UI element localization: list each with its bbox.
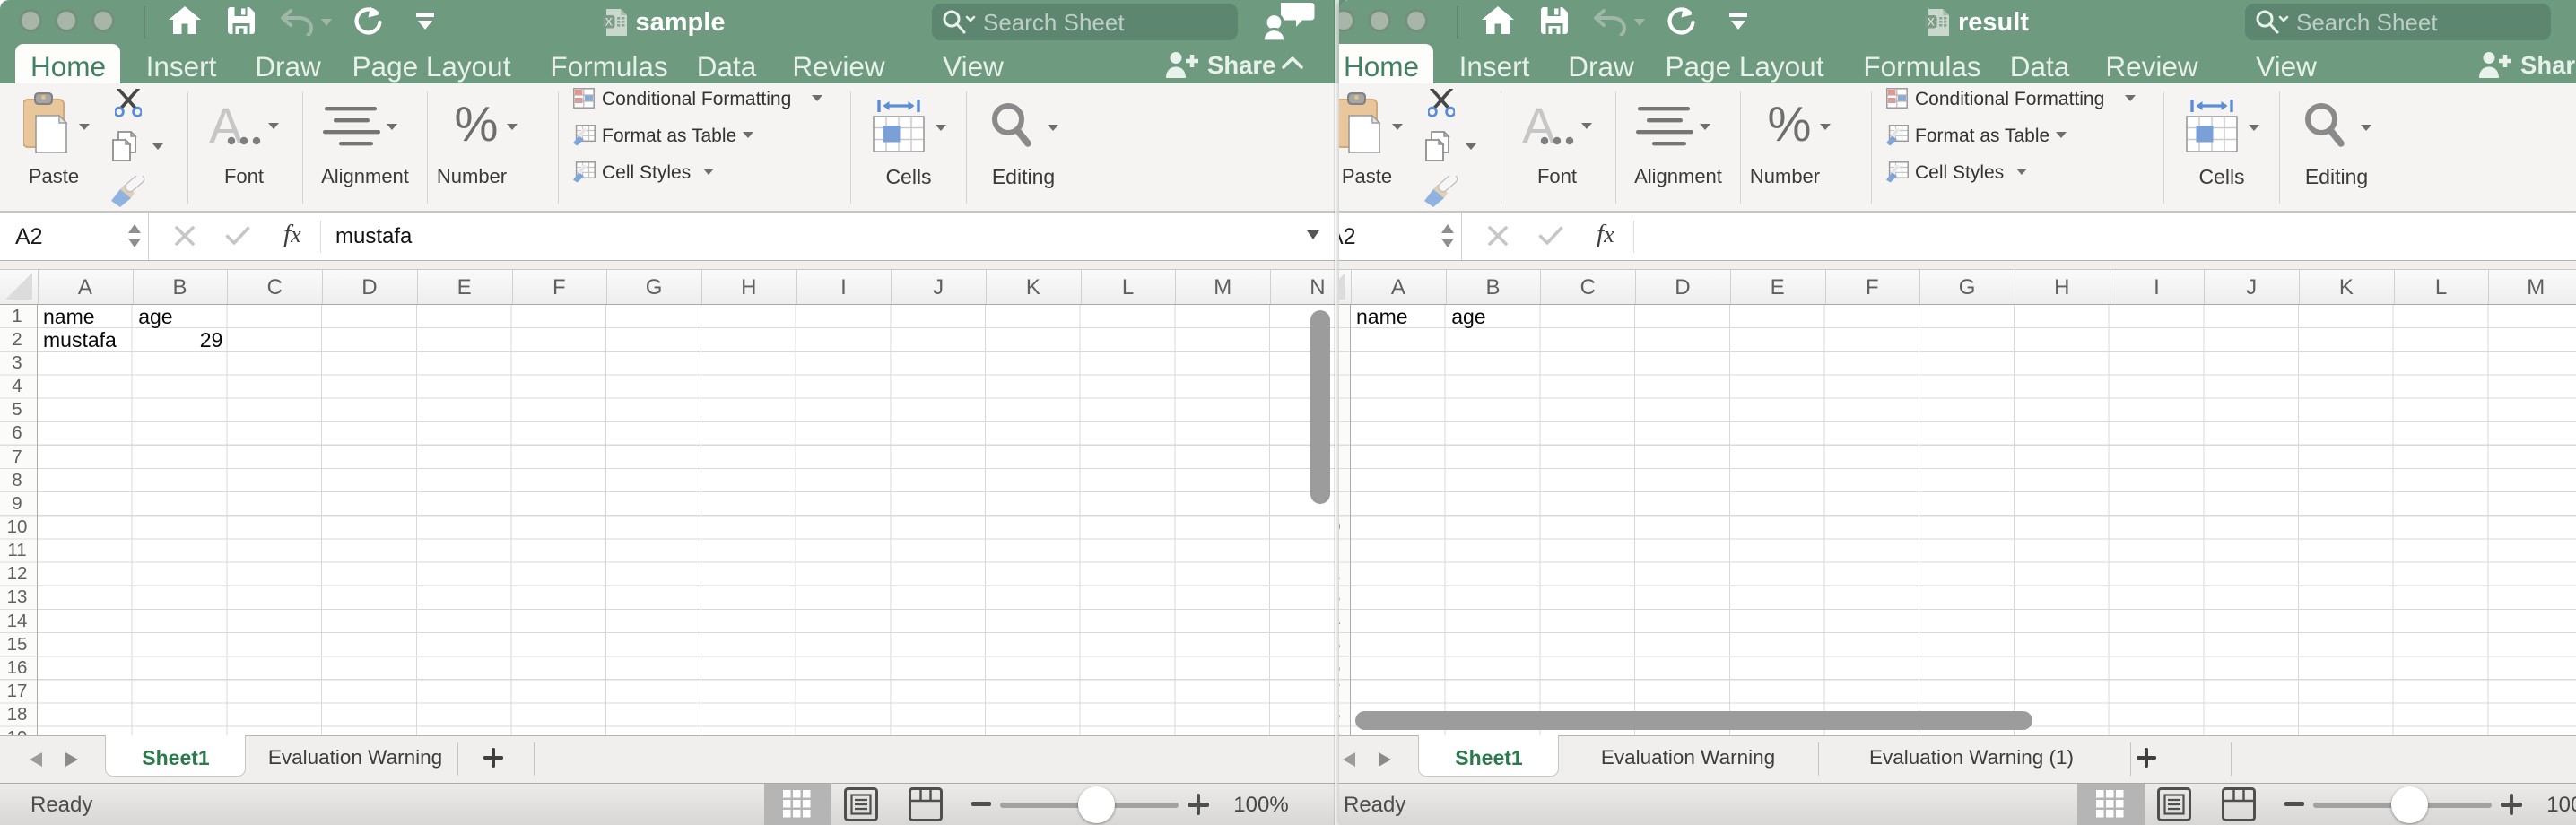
svg-text:A: A	[1522, 100, 1556, 147]
svg-text:X: X	[1928, 16, 1935, 29]
svg-text:A: A	[209, 100, 243, 147]
svg-text:X: X	[605, 16, 612, 29]
